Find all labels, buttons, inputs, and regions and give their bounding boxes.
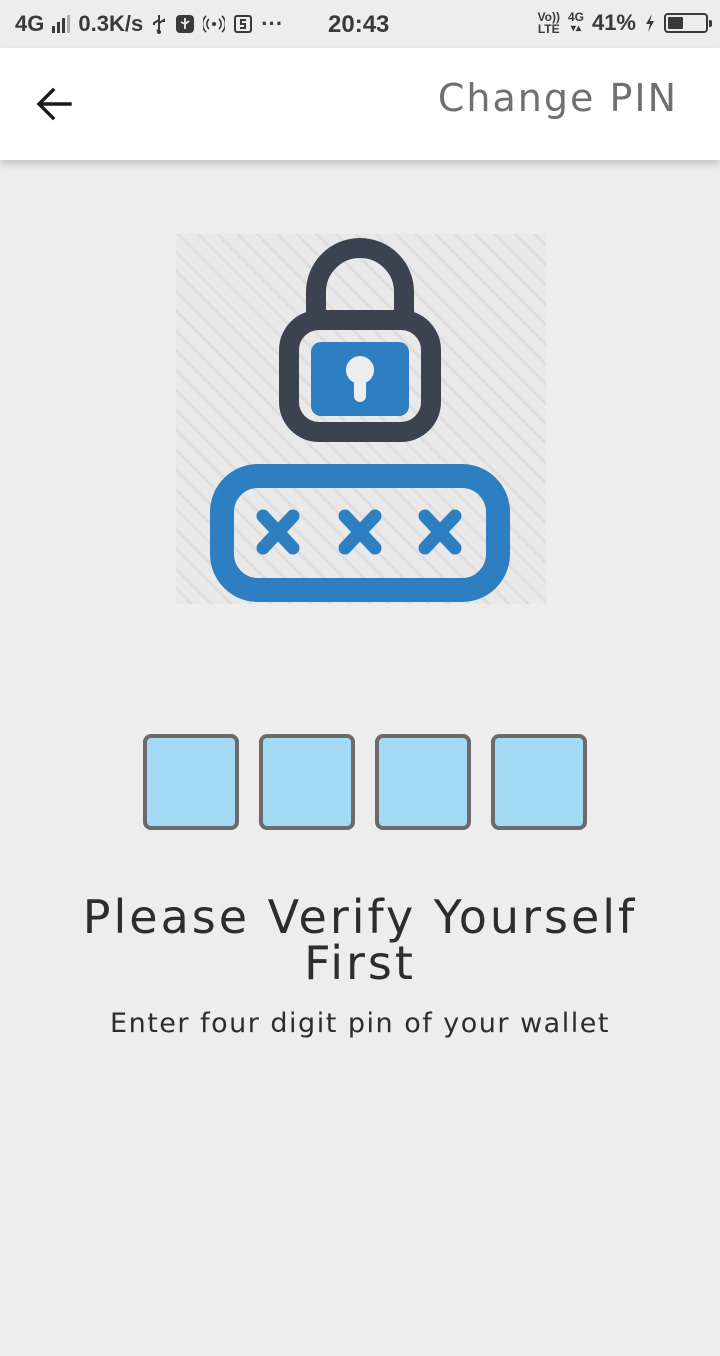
hotspot-icon bbox=[203, 14, 226, 34]
usb-icon bbox=[151, 14, 167, 34]
pin-input bbox=[143, 734, 587, 830]
back-button[interactable] bbox=[26, 76, 82, 132]
battery-icon bbox=[664, 13, 712, 33]
pin-digit-2[interactable] bbox=[259, 734, 355, 830]
clock: 20:43 bbox=[328, 11, 390, 38]
pin-digit-1[interactable] bbox=[143, 734, 239, 830]
app-bar: Change PIN bbox=[0, 48, 720, 160]
usb-debug-icon bbox=[175, 14, 195, 34]
screenshot-icon bbox=[233, 14, 253, 34]
status-right: Vo)) LTE 4G ▾▴ 41% bbox=[538, 10, 712, 36]
status-left: 4G 0.3K/s ··· bbox=[15, 11, 283, 37]
charging-icon bbox=[644, 13, 656, 33]
arrow-left-icon bbox=[36, 87, 72, 121]
page-title: Change PIN bbox=[437, 76, 678, 120]
verify-subtitle: Enter four digit pin of your wallet bbox=[110, 1008, 610, 1039]
verify-title: Please Verify Yourself First bbox=[82, 890, 638, 990]
lock-pin-icon bbox=[176, 234, 546, 604]
status-bar: 4G 0.3K/s ··· 20:43 Vo)) LTE 4G ▾▴ 41% bbox=[0, 0, 720, 48]
battery-percent: 41% bbox=[591, 10, 636, 35]
network-type: 4G bbox=[15, 11, 45, 36]
more-indicator: ··· bbox=[261, 11, 284, 36]
battery-level bbox=[668, 17, 683, 29]
pin-digit-4[interactable] bbox=[491, 734, 587, 830]
data-arrows-icon: 4G ▾▴ bbox=[567, 10, 584, 34]
network-right-label: 4G bbox=[567, 10, 584, 24]
pin-digit-3[interactable] bbox=[375, 734, 471, 830]
volte-bottom-label: LTE bbox=[537, 22, 560, 36]
network-speed: 0.3K/s bbox=[78, 11, 144, 36]
signal-icon bbox=[52, 15, 71, 33]
volte-icon: Vo)) LTE bbox=[538, 11, 560, 35]
